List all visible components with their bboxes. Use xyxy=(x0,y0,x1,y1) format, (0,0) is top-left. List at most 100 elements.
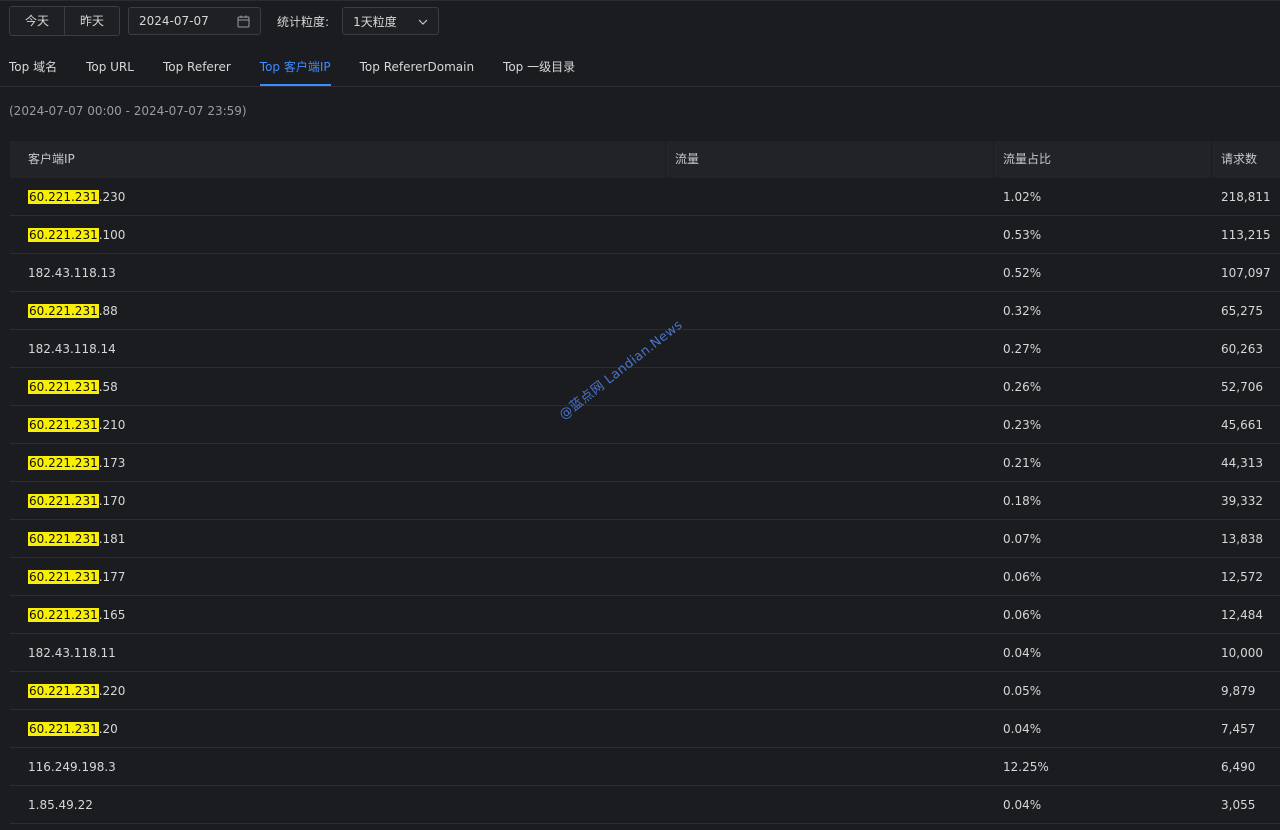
tab-bar: Top 域名 Top URL Top Referer Top 客户端IP Top… xyxy=(9,52,604,86)
cell-requests: 9,879 xyxy=(1221,683,1256,698)
table-row: 60.221.231.170 0.18% 39,332 xyxy=(10,482,1280,520)
ip-highlight: 60.221.231 xyxy=(28,227,99,242)
ip-text: .177 xyxy=(98,569,126,584)
cell-client-ip: 60.221.231.220 xyxy=(10,683,665,698)
granularity-select[interactable]: 1天粒度 xyxy=(342,7,440,35)
table-row: 60.221.231.220 0.05% 9,879 xyxy=(10,672,1280,710)
granularity-label: 统计粒度: xyxy=(277,14,330,29)
ip-text: .220 xyxy=(98,683,126,698)
cell-requests: 52,706 xyxy=(1221,379,1263,394)
ip-text: .181 xyxy=(98,531,126,546)
date-picker[interactable]: 2024-07-07 xyxy=(128,7,262,35)
cell-flow-share: 12.25% xyxy=(1003,759,1049,774)
ip-text: 182.43.118.14 xyxy=(28,341,116,356)
table-header: 客户端IP 流量 流量占比 请求数 xyxy=(10,141,1280,178)
cell-flow-share: 0.07% xyxy=(1003,531,1042,546)
cell-flow-share: 0.27% xyxy=(1003,341,1042,356)
table-row: 116.249.198.3 12.25% 6,490 xyxy=(10,748,1280,786)
ip-text: 182.43.118.13 xyxy=(28,265,116,280)
ip-highlight: 60.221.231 xyxy=(28,531,99,546)
today-button[interactable]: 今天 xyxy=(10,7,65,35)
table-row: 60.221.231.210 0.23% 45,661 xyxy=(10,406,1280,444)
cell-flow-share: 0.26% xyxy=(1003,379,1042,394)
cell-requests: 6,490 xyxy=(1221,759,1256,774)
table-row: 60.221.231.177 0.06% 12,572 xyxy=(10,558,1280,596)
cell-client-ip: 182.43.118.14 xyxy=(10,342,665,356)
cell-requests: 44,313 xyxy=(1221,455,1263,470)
cell-flow-share: 0.04% xyxy=(1003,721,1042,736)
table-row: 182.43.118.11 0.04% 10,000 xyxy=(10,634,1280,672)
tab-top-domain[interactable]: Top 域名 xyxy=(9,52,57,86)
ip-highlight: 60.221.231 xyxy=(28,303,99,318)
cell-client-ip: 60.221.231.230 xyxy=(10,189,665,204)
cell-flow-share: 0.04% xyxy=(1003,645,1042,660)
cell-client-ip: 116.249.198.3 xyxy=(10,760,665,774)
granularity-value: 1天粒度 xyxy=(353,14,397,29)
tab-top-first-dir[interactable]: Top 一级目录 xyxy=(503,52,575,86)
toolbar: 今天 昨天 2024-07-07 统计粒度: 1天粒度 xyxy=(9,6,440,36)
tab-divider xyxy=(0,86,1280,87)
table-row: 60.221.231.20 0.04% 7,457 xyxy=(10,710,1280,748)
cell-flow-share: 0.21% xyxy=(1003,455,1042,470)
date-value: 2024-07-07 xyxy=(139,14,209,28)
ip-highlight: 60.221.231 xyxy=(28,493,99,508)
cell-client-ip: 1.85.49.22 xyxy=(10,798,665,812)
tab-top-referer[interactable]: Top Referer xyxy=(163,52,231,86)
cell-requests: 107,097 xyxy=(1221,265,1271,280)
table-body: 60.221.231.230 1.02% 218,811 60.221.231.100… xyxy=(10,178,1280,824)
cell-client-ip: 182.43.118.11 xyxy=(10,646,665,660)
tab-top-client-ip[interactable]: Top 客户端IP xyxy=(259,52,331,86)
cell-requests: 60,263 xyxy=(1221,341,1263,356)
cell-requests: 65,275 xyxy=(1221,303,1263,318)
cell-requests: 3,055 xyxy=(1221,797,1256,812)
cell-requests: 39,332 xyxy=(1221,493,1263,508)
yesterday-button[interactable]: 昨天 xyxy=(64,7,120,35)
client-ip-table: 客户端IP 流量 流量占比 请求数 60.221.231.230 1.02% 218… xyxy=(10,141,1280,824)
cell-requests: 113,215 xyxy=(1221,227,1271,242)
ip-text: .230 xyxy=(98,189,126,204)
ip-text: .100 xyxy=(98,227,126,242)
ip-highlight: 60.221.231 xyxy=(28,569,99,584)
quick-date-group: 今天 昨天 xyxy=(9,6,121,36)
cell-flow-share: 0.53% xyxy=(1003,227,1042,242)
cell-flow-share: 0.32% xyxy=(1003,303,1042,318)
cell-requests: 218,811 xyxy=(1221,189,1271,204)
ip-text: .165 xyxy=(98,607,126,622)
cell-client-ip: 60.221.231.100 xyxy=(10,227,665,242)
calendar-icon xyxy=(237,15,250,28)
table-row: 60.221.231.88 0.32% 65,275 xyxy=(10,292,1280,330)
table-row: 60.221.231.58 0.26% 52,706 xyxy=(10,368,1280,406)
header-flow[interactable]: 流量 xyxy=(665,141,993,178)
cell-flow-share: 0.04% xyxy=(1003,797,1042,812)
table-row: 182.43.118.13 0.52% 107,097 xyxy=(10,254,1280,292)
tab-top-url[interactable]: Top URL xyxy=(86,52,134,86)
cell-flow-share: 0.05% xyxy=(1003,683,1042,698)
header-requests[interactable]: 请求数 xyxy=(1211,141,1280,178)
ip-text: .58 xyxy=(98,379,118,394)
cell-flow-share: 0.23% xyxy=(1003,417,1042,432)
cell-client-ip: 60.221.231.88 xyxy=(10,303,665,318)
cell-client-ip: 60.221.231.181 xyxy=(10,531,665,546)
cell-client-ip: 182.43.118.13 xyxy=(10,266,665,280)
ip-highlight: 60.221.231 xyxy=(28,379,99,394)
cell-flow-share: 0.52% xyxy=(1003,265,1042,280)
cell-requests: 12,572 xyxy=(1221,569,1263,584)
time-range-text: (2024-07-07 00:00 - 2024-07-07 23:59) xyxy=(9,104,247,118)
header-client-ip[interactable]: 客户端IP xyxy=(10,141,665,178)
app-frame: 今天 昨天 2024-07-07 统计粒度: 1天粒度 Top 域名 Top U… xyxy=(0,0,1280,830)
table-row: 60.221.231.230 1.02% 218,811 xyxy=(10,178,1280,216)
table-row: 1.85.49.22 0.04% 3,055 xyxy=(10,786,1280,824)
cell-requests: 10,000 xyxy=(1221,645,1263,660)
ip-highlight: 60.221.231 xyxy=(28,189,99,204)
ip-text: .20 xyxy=(98,721,118,736)
header-flow-share[interactable]: 流量占比 xyxy=(993,141,1211,178)
cell-flow-share: 1.02% xyxy=(1003,189,1042,204)
table-row: 60.221.231.100 0.53% 113,215 xyxy=(10,216,1280,254)
ip-text: .173 xyxy=(98,455,126,470)
cell-client-ip: 60.221.231.177 xyxy=(10,569,665,584)
tab-top-referer-domain[interactable]: Top RefererDomain xyxy=(360,52,474,86)
table-row: 60.221.231.181 0.07% 13,838 xyxy=(10,520,1280,558)
cell-client-ip: 60.221.231.165 xyxy=(10,607,665,622)
ip-text: 116.249.198.3 xyxy=(28,759,116,774)
cell-flow-share: 0.06% xyxy=(1003,607,1042,622)
